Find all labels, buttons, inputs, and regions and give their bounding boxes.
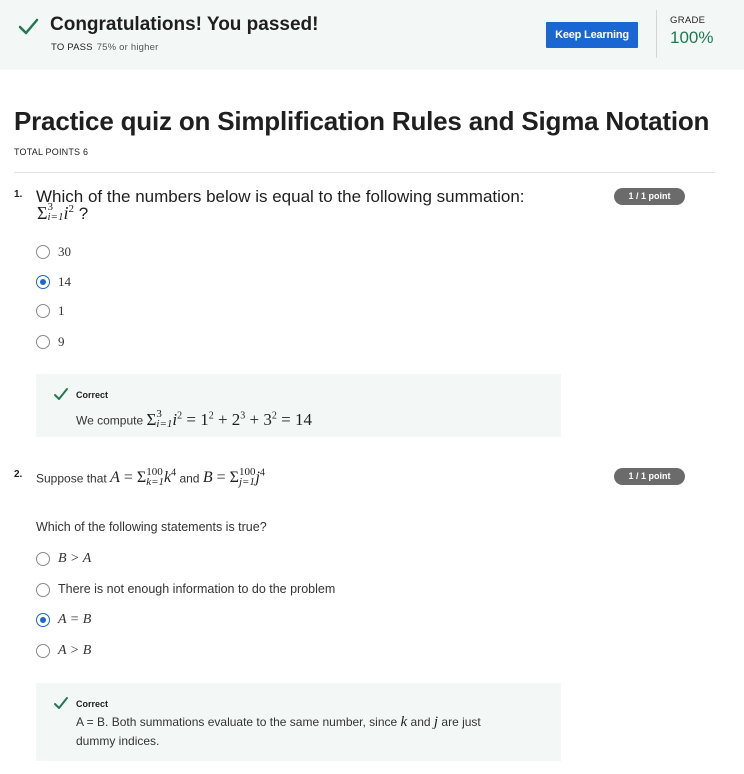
check-icon: [54, 388, 68, 400]
option-label: 9: [58, 334, 65, 349]
to-pass-value: 75% or higher: [96, 42, 159, 53]
check-icon: [54, 697, 68, 709]
banner-title: Congratulations! You passed!: [50, 14, 319, 35]
option-label: A > B: [58, 643, 92, 658]
keep-learning-button[interactable]: Keep Learning: [546, 22, 638, 48]
radio-button[interactable]: [36, 304, 50, 318]
radio-button[interactable]: [36, 335, 50, 349]
option-label: 30: [58, 244, 71, 259]
radio-button-selected[interactable]: [36, 613, 50, 627]
feedback-text: A = B. Both summations evaluate to the s…: [76, 714, 481, 748]
feedback-box: Correct A = B. Both summations evaluate …: [36, 683, 561, 761]
option-label: 1: [58, 303, 65, 318]
result-banner: Congratulations! You passed! TO PASS 75% …: [0, 0, 744, 70]
grade-label: GRADE: [670, 15, 706, 26]
option-label: There is not enough information to do th…: [58, 582, 336, 596]
radio-button-selected[interactable]: [36, 275, 50, 289]
page-title: Practice quiz on Simplification Rules an…: [14, 106, 710, 136]
question-math: Σ 3 i=1 i2 ?: [37, 201, 89, 224]
points-badge: 1 / 1 point: [614, 188, 685, 205]
grade-value: 100%: [670, 28, 714, 47]
feedback-text: We compute Σ 3 i=1 i2 = 12 + 23 + 32 = 14: [76, 407, 312, 430]
total-points: TOTAL POINTS 6: [14, 147, 89, 157]
option-label: 14: [58, 274, 71, 289]
feedback-label: Correct: [76, 390, 109, 400]
check-icon: [18, 18, 39, 35]
grade-divider: [656, 10, 657, 58]
option-label: B > A: [58, 551, 92, 566]
divider: [14, 172, 715, 173]
question-subtext: Which of the following statements is tru…: [36, 520, 267, 534]
question-number: 1.: [14, 189, 23, 200]
feedback-box: Correct We compute Σ 3 i=1 i2 = 12 + 23 + 3…: [36, 374, 561, 437]
pass-requirement: TO PASS 75% or higher: [51, 42, 158, 53]
radio-button[interactable]: [36, 245, 50, 259]
question-number: 2.: [14, 469, 23, 480]
radio-button[interactable]: [36, 552, 50, 566]
option-label: A = B: [58, 612, 92, 627]
to-pass-label: TO PASS: [51, 42, 93, 53]
question-text: Suppose that A = Σ 100 k=1 k4 and B = Σ 100 j…: [36, 465, 265, 488]
feedback-label: Correct: [76, 699, 109, 709]
points-badge: 1 / 1 point: [614, 468, 685, 485]
question-text: Which of the numbers below is equal to t…: [36, 187, 525, 206]
radio-button[interactable]: [36, 644, 50, 658]
radio-button[interactable]: [36, 583, 50, 597]
